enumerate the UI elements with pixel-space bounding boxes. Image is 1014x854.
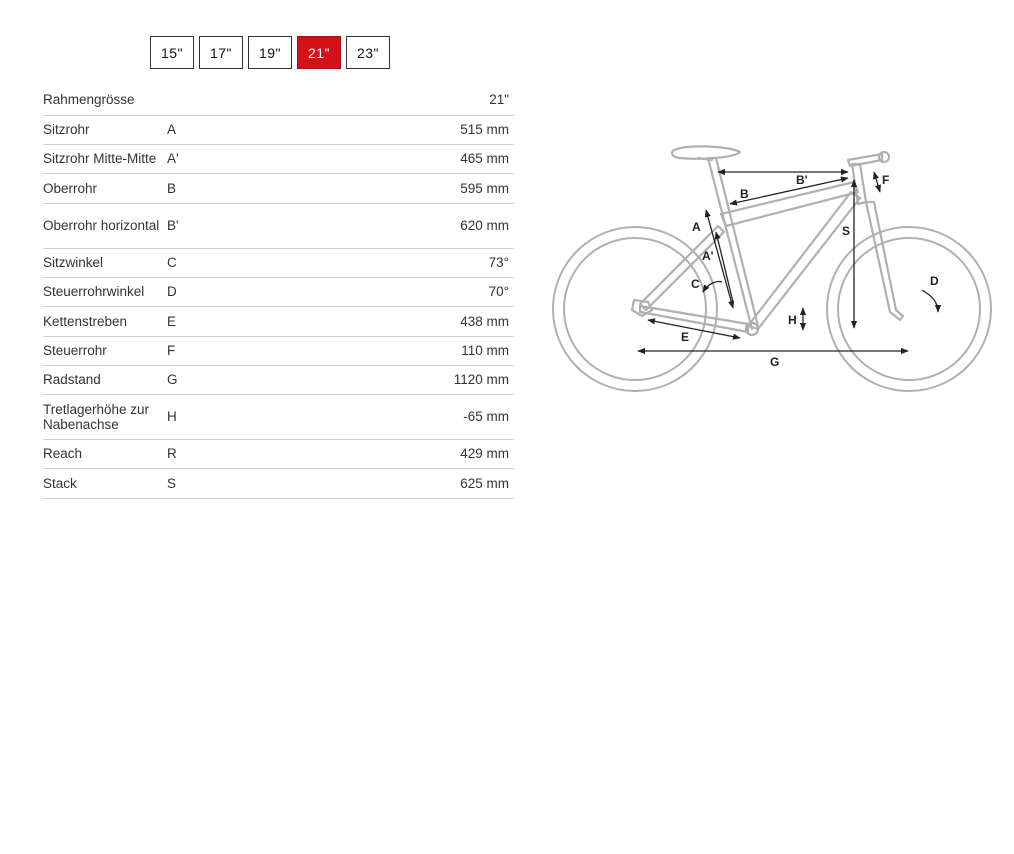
table-row: Rahmengrösse 21" bbox=[43, 85, 514, 116]
row-name: Oberrohr horizontal bbox=[43, 203, 167, 249]
table-row: Radstand G 1120 mm bbox=[43, 365, 514, 395]
table-row: Sitzwinkel C 73° bbox=[43, 248, 514, 278]
table-row: Sitzrohr Mitte-Mitte A' 465 mm bbox=[43, 144, 514, 174]
front-wheel bbox=[826, 226, 992, 392]
bike-geometry-diagram: B' B A A' S F C D E H G bbox=[552, 145, 992, 392]
row-name: Steuerrohrwinkel bbox=[43, 277, 167, 307]
row-value: 21" bbox=[227, 85, 514, 116]
row-code: R bbox=[167, 439, 227, 469]
label-A: A bbox=[692, 220, 701, 234]
row-code: F bbox=[167, 336, 227, 366]
row-name: Stack bbox=[43, 468, 167, 499]
row-value: 515 mm bbox=[227, 115, 514, 145]
row-value: 70° bbox=[227, 277, 514, 307]
row-value: 620 mm bbox=[227, 203, 514, 249]
row-code: A bbox=[167, 115, 227, 145]
table-row: Reach R 429 mm bbox=[43, 439, 514, 469]
row-name: Tretlagerhöhe zur Nabenachse bbox=[43, 394, 167, 440]
size-tab-19[interactable]: 19" bbox=[248, 36, 292, 69]
row-name: Sitzrohr Mitte-Mitte bbox=[43, 144, 167, 174]
label-H: H bbox=[788, 313, 797, 327]
row-code: B bbox=[167, 173, 227, 204]
size-tab-15[interactable]: 15" bbox=[150, 36, 194, 69]
row-name: Radstand bbox=[43, 365, 167, 395]
row-code: H bbox=[167, 394, 227, 440]
row-name: Sitzwinkel bbox=[43, 248, 167, 278]
row-name: Sitzrohr bbox=[43, 115, 167, 145]
row-name: Steuerrohr bbox=[43, 336, 167, 366]
row-code: B' bbox=[167, 203, 227, 249]
label-B-prime: B' bbox=[796, 173, 808, 187]
table-row: Steuerrohr F 110 mm bbox=[43, 336, 514, 366]
row-code: A' bbox=[167, 144, 227, 174]
row-code: S bbox=[167, 468, 227, 499]
row-name: Oberrohr bbox=[43, 173, 167, 204]
row-value: 110 mm bbox=[227, 336, 514, 366]
size-tab-23[interactable]: 23" bbox=[346, 36, 390, 69]
size-tab-21[interactable]: 21" bbox=[297, 36, 341, 69]
row-value: 625 mm bbox=[227, 468, 514, 499]
arrow-D bbox=[921, 289, 942, 313]
row-code: C bbox=[167, 248, 227, 278]
row-value: 595 mm bbox=[227, 173, 514, 204]
row-code bbox=[167, 85, 227, 116]
table-row: Oberrohr B 595 mm bbox=[43, 173, 514, 204]
label-B: B bbox=[740, 187, 749, 201]
row-name: Reach bbox=[43, 439, 167, 469]
label-D: D bbox=[930, 274, 939, 288]
table-row: Tretlagerhöhe zur Nabenachse H -65 mm bbox=[43, 394, 514, 440]
label-A-prime: A' bbox=[702, 249, 714, 263]
row-value: 438 mm bbox=[227, 306, 514, 337]
table-row: Oberrohr horizontal B' 620 mm bbox=[43, 203, 514, 249]
geometry-table: Rahmengrösse 21" Sitzrohr A 515 mm Sitzr… bbox=[43, 85, 514, 499]
label-G: G bbox=[770, 355, 779, 369]
label-C: C bbox=[691, 277, 700, 291]
table-row: Steuerrohrwinkel D 70° bbox=[43, 277, 514, 307]
table-row: Kettenstreben E 438 mm bbox=[43, 306, 514, 337]
table-row: Sitzrohr A 515 mm bbox=[43, 115, 514, 145]
row-code: G bbox=[167, 365, 227, 395]
arrow-C bbox=[702, 280, 723, 293]
row-code: D bbox=[167, 277, 227, 307]
row-value: 429 mm bbox=[227, 439, 514, 469]
table-row: Stack S 625 mm bbox=[43, 468, 514, 499]
label-E: E bbox=[681, 330, 689, 344]
row-value: 1120 mm bbox=[227, 365, 514, 395]
row-name: Kettenstreben bbox=[43, 306, 167, 337]
label-S: S bbox=[842, 224, 850, 238]
row-value: -65 mm bbox=[227, 394, 514, 440]
size-selector: 15" 17" 19" 21" 23" bbox=[150, 36, 390, 69]
label-F: F bbox=[882, 173, 889, 187]
arrow-F bbox=[873, 171, 881, 193]
row-code: E bbox=[167, 306, 227, 337]
row-value: 73° bbox=[227, 248, 514, 278]
row-value: 465 mm bbox=[227, 144, 514, 174]
row-name: Rahmengrösse bbox=[43, 85, 167, 116]
size-tab-17[interactable]: 17" bbox=[199, 36, 243, 69]
